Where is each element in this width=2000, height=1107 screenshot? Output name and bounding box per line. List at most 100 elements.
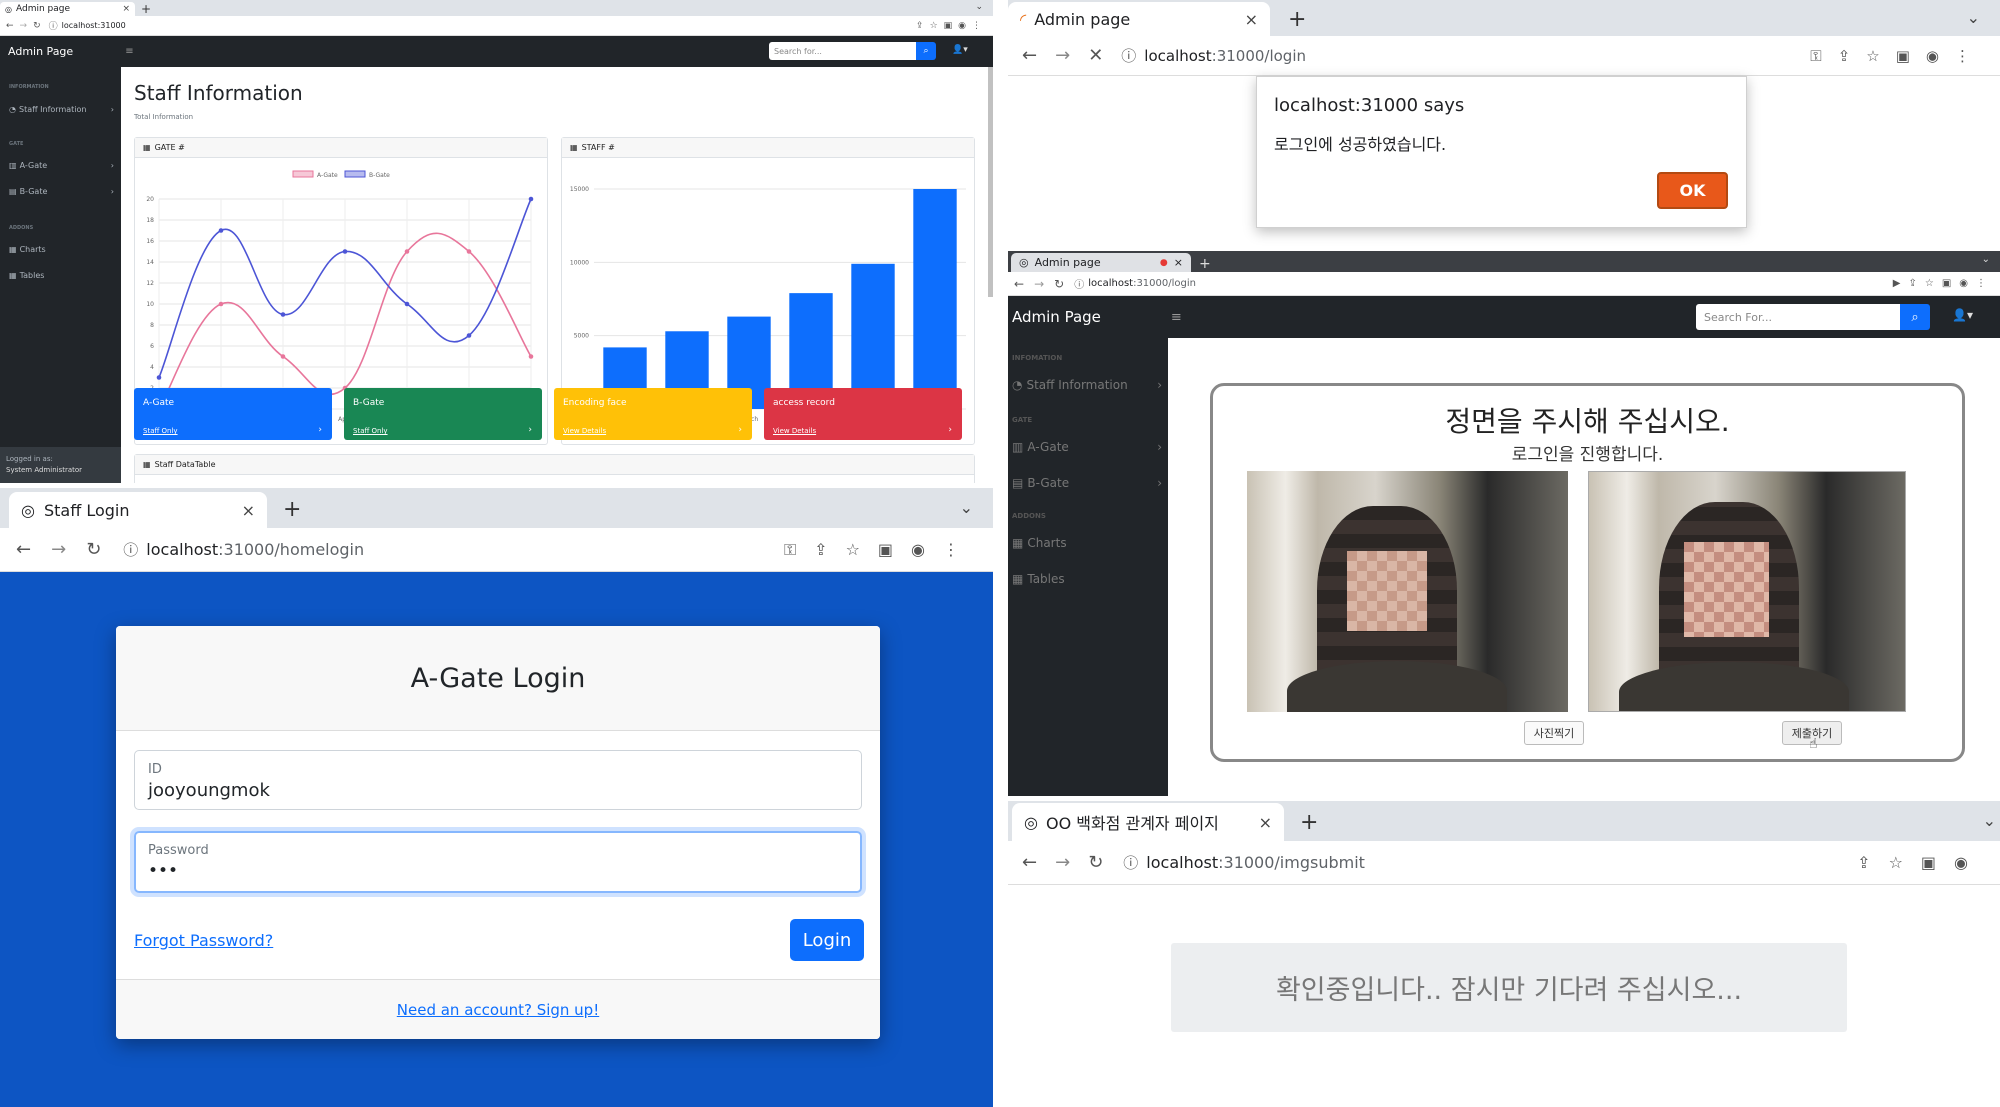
data-point (280, 354, 286, 359)
close-icon[interactable]: × (122, 4, 130, 14)
menu-toggle-icon[interactable]: ≡ (1171, 310, 1182, 325)
close-icon[interactable]: × (1259, 813, 1272, 832)
url-text[interactable]: localhost:31000/homelogin (146, 540, 364, 559)
sidebar-item-b-gate[interactable]: ▤ B-Gate › (9, 187, 114, 196)
login-heading: A-Gate Login (410, 662, 586, 694)
chevron-down-icon[interactable]: ⌄ (975, 2, 983, 12)
stat-card-b-gate[interactable]: B-Gate Staff Only › (344, 388, 542, 440)
forgot-password-link[interactable]: Forgot Password? (134, 931, 273, 950)
gauge-icon: ◔ (1012, 378, 1023, 392)
capture-photo-button[interactable]: 사진찍기 (1524, 721, 1584, 745)
chart-icon: ▦ (1012, 536, 1024, 550)
chevron-down-icon[interactable]: ⌄ (960, 498, 973, 517)
tab-admin-page[interactable]: ◎ Admin page × (0, 2, 135, 16)
password-field[interactable]: Password ••• (134, 831, 862, 893)
stat-card-title: B-Gate (353, 398, 385, 408)
tab-strip: ◎ Staff Login × + ⌄ (0, 488, 993, 528)
y-tick-label: 15000 (570, 186, 589, 193)
stat-card-encoding-face[interactable]: Encoding face View Details › (554, 388, 752, 440)
stat-card-link[interactable]: View Details (563, 427, 606, 435)
sidebar-item-tables[interactable]: ▦ Tables (9, 271, 44, 280)
browser-actions: ▶⇪☆▣◉⋮ (1892, 278, 1994, 289)
info-icon: ⓘ (48, 22, 58, 32)
url-text[interactable]: localhost:31000/imgsubmit (1146, 853, 1365, 872)
close-icon[interactable]: × (1245, 10, 1258, 29)
recording-dot-icon: ● (1159, 257, 1168, 268)
login-button[interactable]: Login (790, 919, 864, 961)
close-icon[interactable]: × (242, 501, 255, 520)
ok-button[interactable]: OK (1657, 172, 1728, 209)
tab-department-store-admin[interactable]: ◎ OO 백화점 관계자 페이지 × (1012, 803, 1284, 841)
chart-icon: ▦ (143, 143, 151, 152)
brand[interactable]: Admin Page (1012, 308, 1101, 326)
reload-icon[interactable]: ↻ (1088, 852, 1103, 873)
url-text[interactable]: localhost:31000 (62, 21, 126, 30)
menu-toggle-icon[interactable]: ≡ (125, 46, 133, 57)
search-button[interactable]: ⌕ (1900, 304, 1930, 330)
id-label: ID (148, 762, 162, 777)
back-icon[interactable]: ← (1014, 277, 1024, 291)
sidebar-item-charts[interactable]: ▦ Charts (1012, 536, 1067, 550)
stat-card-a-gate[interactable]: A-Gate Staff Only › (134, 388, 332, 440)
tab-staff-login[interactable]: ◎ Staff Login × (9, 492, 267, 528)
tab-admin-page[interactable]: ◜ Admin page × (1008, 2, 1270, 36)
search-button[interactable]: ⌕ (916, 42, 936, 60)
main-content: Staff Information Total Information ▦ GAT… (121, 67, 993, 483)
signup-link[interactable]: Need an account? Sign up! (397, 1001, 599, 1019)
forward-icon[interactable]: → (20, 21, 28, 31)
id-field[interactable]: ID jooyoungmok (134, 750, 862, 810)
image-submit-window: ◎ OO 백화점 관계자 페이지 × + ⌄ ← → ↻ ⓘ localhost… (1008, 801, 2000, 1107)
forward-icon[interactable]: → (1034, 277, 1044, 291)
user-menu-icon[interactable]: 👤▾ (1952, 308, 1973, 322)
sidebar-item-staff-information[interactable]: ◔ Staff Information › (9, 105, 114, 114)
back-icon[interactable]: ← (16, 539, 31, 560)
tab-admin-page[interactable]: ◎ Admin page ● × (1011, 253, 1191, 272)
stat-card-title: Encoding face (563, 398, 627, 408)
gauge-icon: ◔ (9, 105, 16, 114)
url-text[interactable]: localhost:31000/login (1088, 278, 1196, 289)
admin-sidebar: INFORMATION ◔ Staff Information › GATE ▥ A-… (0, 67, 121, 483)
chevron-down-icon[interactable]: ⌄ (1982, 254, 1990, 265)
reload-icon[interactable]: ↻ (1054, 277, 1064, 291)
stat-card-link[interactable]: Staff Only (353, 427, 388, 435)
stop-icon[interactable]: ✕ (1088, 45, 1103, 66)
sidebar-item-charts[interactable]: ▦ Charts (9, 245, 46, 254)
forward-icon[interactable]: → (1055, 852, 1070, 873)
sidebar-item-b-gate[interactable]: ▤ B-Gate › (1012, 476, 1162, 490)
captured-photo (1588, 471, 1906, 712)
sidebar-item-a-gate[interactable]: ▥ A-Gate › (9, 161, 114, 170)
close-icon[interactable]: × (1174, 256, 1183, 269)
brand[interactable]: Admin Page (8, 45, 73, 58)
sidebar-item-staff-information[interactable]: ◔ Staff Information › (1012, 378, 1162, 392)
pixelated-face-region (1347, 551, 1427, 631)
page-title: Staff Information (134, 81, 303, 105)
chart-icon: ▦ (9, 245, 17, 254)
url-text[interactable]: localhost:31000/login (1144, 47, 1306, 65)
browser-actions: ⚿⇪☆▣◉⋮ (1810, 46, 1986, 65)
user-menu-icon[interactable]: 👤▾ (952, 45, 968, 55)
new-tab-icon[interactable]: + (1300, 810, 1318, 835)
chevron-down-icon[interactable]: ⌄ (1983, 811, 1996, 830)
new-tab-icon[interactable]: + (141, 2, 151, 16)
status-message: 확인중입니다.. 잠시만 기다려 주십시오... (1275, 975, 1743, 1006)
reload-icon[interactable]: ↻ (33, 21, 41, 31)
back-icon[interactable]: ← (1022, 852, 1037, 873)
back-icon[interactable]: ← (1022, 45, 1037, 66)
new-tab-icon[interactable]: + (1288, 7, 1306, 32)
search-input[interactable]: Search For... (1696, 304, 1900, 330)
new-tab-icon[interactable]: + (1199, 256, 1211, 272)
reload-icon[interactable]: ↻ (86, 539, 101, 560)
forward-icon[interactable]: → (51, 539, 66, 560)
stat-card-link[interactable]: Staff Only (143, 427, 178, 435)
y-tick-label: 6 (150, 343, 154, 350)
back-icon[interactable]: ← (6, 21, 14, 31)
forward-icon[interactable]: → (1055, 45, 1070, 66)
new-tab-icon[interactable]: + (283, 497, 301, 522)
search-input[interactable]: Search for... (769, 42, 916, 60)
sidebar-item-a-gate[interactable]: ▥ A-Gate › (1012, 440, 1162, 454)
stat-card-access-record[interactable]: access record View Details › (764, 388, 962, 440)
sidebar-item-tables[interactable]: ▦ Tables (1012, 572, 1065, 586)
chevron-down-icon[interactable]: ⌄ (1967, 8, 1980, 27)
stat-card-link[interactable]: View Details (773, 427, 816, 435)
login-card-header: A-Gate Login (116, 626, 880, 731)
